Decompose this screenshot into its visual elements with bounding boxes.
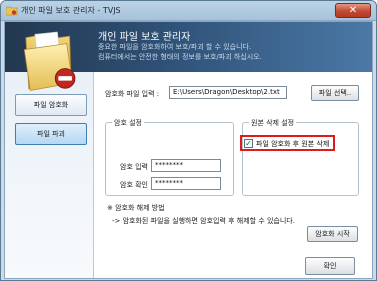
window-title: 개인 파일 보호 관리자 - TVJS (21, 6, 121, 15)
select-file-button[interactable]: 파일 선택.. (311, 85, 359, 101)
no-entry-icon (54, 68, 76, 89)
header-title: 개인 파일 보호 관리자 (98, 32, 191, 43)
sidebar-item-destroy[interactable]: 파일 파괴 (15, 123, 87, 145)
title-bar[interactable]: 개인 파일 보호 관리자 - TVJS ✕ (1, 1, 376, 21)
delete-original-highlight: ✓ 파일 암호화 후 원본 삭제 (240, 135, 335, 151)
header-desc-line-2: 컴퓨터에서는 안전한 형태의 정보를 보호/파괴 하십시오. (98, 53, 262, 61)
file-path-input[interactable]: E:\Users\Dragon\Desktop\2.txt (169, 86, 287, 99)
delete-original-checkbox[interactable]: ✓ (244, 139, 253, 148)
start-encryption-button[interactable]: 암호화 시작 (307, 226, 358, 242)
delete-group-title: 원본 삭제 설정 (249, 118, 297, 128)
password-group-title: 암호 설정 (112, 118, 144, 128)
delete-group: 원본 삭제 설정 (242, 118, 359, 196)
password-confirm-input[interactable]: ******** (151, 177, 221, 190)
header-desc-line-1: 중요한 파일을 암호화하여 보호/파괴 할 수 있습니다. (98, 43, 252, 51)
sidebar-item-encrypt[interactable]: 파일 암호화 (15, 94, 87, 116)
delete-original-label[interactable]: 파일 암호화 후 원본 삭제 (256, 139, 329, 149)
decrypt-note-title: ※ 암호화 해제 방법 (107, 204, 165, 212)
file-label: 암호화 파일 입력 : (105, 90, 160, 98)
decrypt-note-text: -> 암호화된 파일을 실행하면 암호입력 후 해제할 수 있습니다. (112, 217, 295, 225)
password-label: 암호 입력 : (120, 163, 153, 171)
close-button[interactable]: ✕ (335, 3, 371, 18)
folder-lock-icon (6, 6, 18, 16)
header-description: 중요한 파일을 암호화하여 보호/파괴 할 수 있습니다. 컴퓨터에서는 안전한… (98, 42, 262, 62)
main-window: 개인 파일 보호 관리자 - TVJS ✕ 개인 파일 보호 관리자 중요한 파… (0, 0, 377, 281)
password-input[interactable]: ******** (151, 159, 221, 172)
ok-button[interactable]: 확인 (305, 257, 355, 275)
confirm-label: 암호 확인 : (120, 181, 153, 189)
content-panel: 암호화 파일 입력 : E:\Users\Dragon\Desktop\2.tx… (97, 76, 367, 276)
folder-icon (23, 31, 76, 91)
